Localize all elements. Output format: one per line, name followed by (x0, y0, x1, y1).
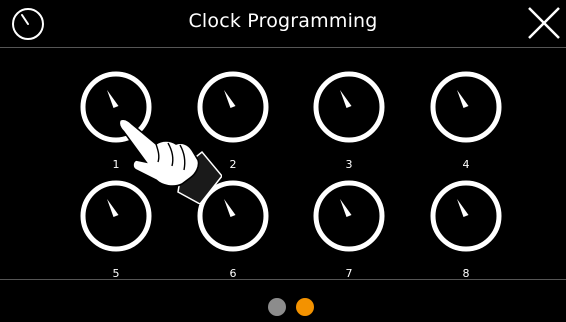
clock-programming-screen: Clock Programming 1 2 3 4 5 6 7 8 (0, 0, 566, 322)
page-dot-2[interactable] (296, 298, 314, 316)
clock-button-6[interactable]: 6 (191, 178, 275, 288)
clock-grid: 1 2 3 4 5 6 7 8 (0, 48, 566, 280)
clock-button-1[interactable]: 1 (74, 69, 158, 179)
clock-number: 1 (112, 158, 120, 171)
clock-button-2[interactable]: 2 (191, 69, 275, 179)
clock-number: 4 (462, 158, 470, 171)
clock-number: 2 (229, 158, 237, 171)
pagination-bar (0, 279, 566, 322)
clock-icon (313, 180, 385, 252)
clock-icon (80, 180, 152, 252)
clock-button-8[interactable]: 8 (424, 178, 508, 288)
clock-button-7[interactable]: 7 (307, 178, 391, 288)
header-bar: Clock Programming (0, 0, 566, 48)
clock-icon (197, 180, 269, 252)
clock-button-3[interactable]: 3 (307, 69, 391, 179)
clock-number: 3 (345, 158, 353, 171)
page-title: Clock Programming (188, 10, 378, 32)
clock-button-5[interactable]: 5 (74, 178, 158, 288)
page-dot-1[interactable] (268, 298, 286, 316)
close-icon[interactable] (526, 5, 562, 41)
clock-icon (430, 180, 502, 252)
clock-icon (80, 71, 152, 143)
clock-icon (430, 71, 502, 143)
clock-icon (197, 71, 269, 143)
clock-icon (313, 71, 385, 143)
clock-button-4[interactable]: 4 (424, 69, 508, 179)
